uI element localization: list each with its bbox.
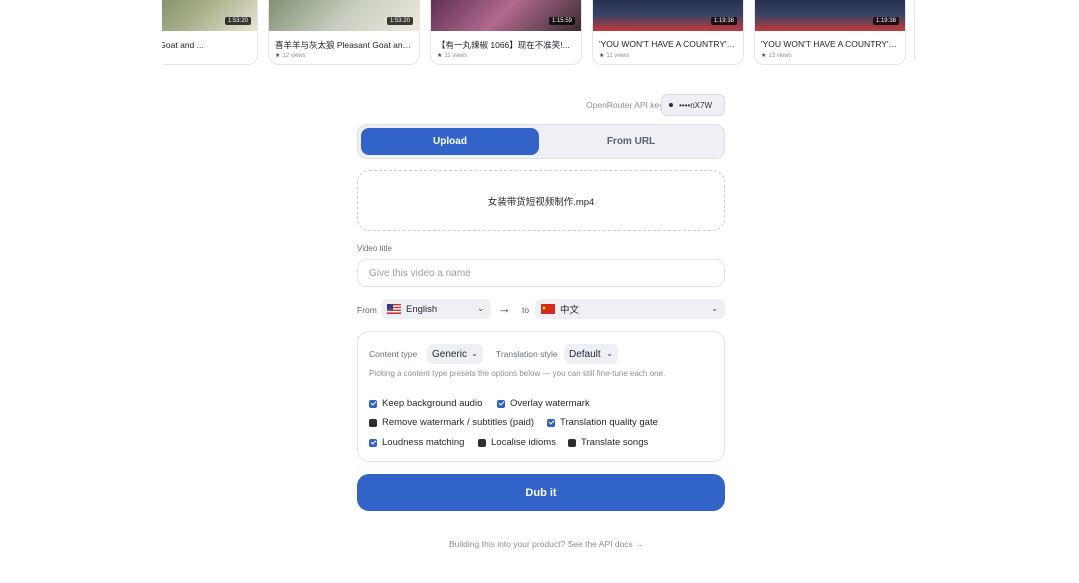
cn-flag-icon [541,304,555,314]
translation-style-label: Translation style [496,349,558,359]
checkbox-checked-icon [547,418,555,427]
target-language-value: 中文 [560,305,580,316]
views-icon: ★ [275,53,281,59]
chevron-down-icon: ⌄ [471,349,478,358]
api-key-row: OpenRouter API key ••••nX7W [586,94,725,116]
api-key-field[interactable]: ••••nX7W [661,94,725,116]
video-duration: 1:53:20 [386,17,413,25]
video-duration: 1:15:59 [548,17,575,25]
video-title-input[interactable] [357,259,725,287]
video-views: 11 views [444,53,468,59]
video-views: 12 views [282,53,306,59]
tab-upload[interactable]: Upload [361,128,539,155]
content-type-value: Generic [432,348,468,360]
checkbox-remove-watermark[interactable]: Remove watermark / subtitles (paid) [369,417,534,428]
views-icon: ★ [599,53,605,59]
recent-videos-strip: 1:53:20 羊 Pleasant Goat and ... 1:53:20 … [162,0,916,66]
checkbox-keep-background-audio[interactable]: Keep background audio [369,398,482,409]
checkbox-label: Translate songs [581,437,649,448]
checkbox-unchecked-icon [568,438,576,447]
checkbox-loudness-matching[interactable]: Loudness matching [369,437,464,448]
translation-style-value: Default [569,348,601,360]
dub-button[interactable]: Dub it [357,474,725,511]
checkbox-label: Keep background audio [382,398,483,409]
video-thumbnail [269,0,419,31]
selected-filename: 女装带货短视频制作.mp4 [487,196,595,208]
source-tabs: Upload From URL [357,124,725,159]
from-label: From [357,305,377,315]
video-thumbnail [162,0,257,31]
translation-style-select[interactable]: Default ⌄ [564,344,618,364]
views-icon: ★ [437,53,443,59]
video-card[interactable]: 1:19:38 'YOU WON'T HAVE A COUNTRY': Tr..… [592,0,744,65]
video-title-label: Video title [357,244,392,253]
checkbox-checked-icon [497,399,505,408]
checkbox-label: Translation quality gate [560,417,658,428]
chevron-down-icon: ⌄ [606,349,613,358]
tab-from-url[interactable]: From URL [542,128,720,155]
checkbox-unchecked-icon [478,438,486,447]
source-language-select[interactable]: English ⌄ [381,299,491,319]
checkbox-label: Loudness matching [382,437,465,448]
target-language-select[interactable]: 中文 ⌄ [535,299,725,319]
checkbox-checked-icon [369,438,377,447]
checkbox-localise-idioms[interactable]: Localise idioms [478,437,556,448]
options-hint: Picking a content type presets the optio… [369,369,666,378]
video-title: 【有一丸辣椒 1066】现在不准笑!... [437,40,570,50]
checkbox-translate-songs[interactable]: Translate songs [568,437,648,448]
key-status-icon [669,103,673,107]
file-dropzone[interactable]: 女装带货短视频制作.mp4 [357,170,725,231]
video-title: 'YOU WON'T HAVE A COUNTRY': Tr... [599,39,737,49]
api-docs-link[interactable]: Building this into your product? See the… [449,539,644,549]
checkbox-label: Overlay watermark [510,398,590,409]
dub-options-card: Content type Generic ⌄ Translation style… [357,331,725,462]
checkbox-overlay-watermark[interactable]: Overlay watermark [497,398,590,409]
chevron-down-icon: ⌄ [477,304,484,313]
video-card[interactable]: 1:19:38 'YOU WON'T HAVE A COUNTRY': Tr..… [754,0,906,65]
chevron-down-icon: ⌄ [711,304,718,313]
content-type-select[interactable]: Generic ⌄ [427,344,483,364]
to-label: to [522,305,530,315]
video-card[interactable]: 1:53:20 喜羊羊与灰太狼 Pleasant Goat and ... ★ 1… [268,0,420,65]
video-thumbnail [593,0,743,31]
api-key-value: ••••nX7W [679,100,712,110]
views-icon: ★ [761,53,767,59]
checkbox-unchecked-icon [369,418,377,427]
video-views: 13 views [768,53,792,59]
checkbox-translation-quality-gate[interactable]: Translation quality gate [547,417,658,428]
video-card-partial[interactable] [914,0,916,65]
video-card[interactable]: 1:15:59 【有一丸辣椒 1066】现在不准笑!... ★ 11 views [430,0,582,65]
video-duration: 1:19:38 [872,17,899,25]
arrow-right-icon: → [498,301,511,316]
source-language-value: English [406,303,438,315]
video-thumbnail [755,0,905,31]
video-title: 喜羊羊与灰太狼 Pleasant Goat and ... [275,40,413,50]
checkbox-label: Remove watermark / subtitles (paid) [382,417,535,428]
video-thumbnail [431,0,581,31]
video-title: 'YOU WON'T HAVE A COUNTRY': Tr... [761,39,899,49]
checkbox-label: Localise idioms [491,437,556,448]
video-duration: 1:53:20 [224,17,251,25]
content-type-label: Content type [369,349,418,359]
video-duration: 1:19:38 [710,17,737,25]
us-flag-icon [387,304,401,314]
video-title: 羊 Pleasant Goat and ... [162,40,204,50]
api-key-label: OpenRouter API key [586,100,664,110]
video-views: 11 views [606,53,630,59]
video-card[interactable]: 1:53:20 羊 Pleasant Goat and ... [162,0,258,65]
checkbox-checked-icon [369,399,377,408]
